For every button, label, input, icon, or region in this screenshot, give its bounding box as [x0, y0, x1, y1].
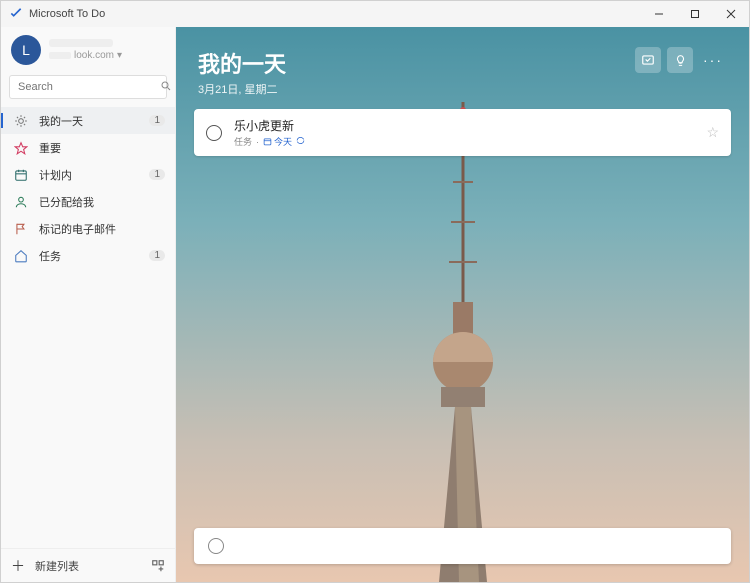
app-window: Microsoft To Do L look.com ▾: [0, 0, 750, 583]
task-due: 今天: [263, 135, 292, 148]
maximize-button[interactable]: [677, 1, 713, 27]
add-task-circle-icon: [208, 538, 224, 554]
sidebar-item-planned[interactable]: 计划内 1: [1, 161, 175, 188]
chevron-down-icon: ▾: [117, 50, 122, 62]
sidebar-item-label: 已分配给我: [39, 194, 94, 210]
sidebar-item-label: 我的一天: [39, 113, 83, 129]
more-button[interactable]: ···: [699, 52, 727, 68]
task-source: 任务: [234, 135, 252, 148]
sidebar-item-label: 标记的电子邮件: [39, 221, 116, 237]
background-image: [363, 102, 563, 582]
sidebar-item-assigned[interactable]: 已分配给我: [1, 188, 175, 215]
search-input[interactable]: [9, 75, 167, 99]
sidebar-item-myday[interactable]: 我的一天 1: [1, 107, 175, 134]
app-title: Microsoft To Do: [29, 8, 641, 20]
home-icon: [13, 248, 29, 264]
search-icon: [160, 80, 172, 95]
app-logo-icon: [9, 7, 23, 21]
list-date: 3月21日, 星期二: [198, 81, 286, 97]
account-email: look.com ▾: [49, 50, 122, 62]
sun-icon: [13, 113, 29, 129]
bulb-button[interactable]: [667, 47, 693, 73]
sidebar-item-flagged[interactable]: 标记的电子邮件: [1, 215, 175, 242]
close-button[interactable]: [713, 1, 749, 27]
account-name-placeholder: [49, 39, 113, 47]
task-title: 乐小虎更新: [234, 117, 706, 134]
sidebar-item-tasks[interactable]: 任务 1: [1, 242, 175, 269]
list-header: 我的一天 3月21日, 星期二 ···: [176, 27, 749, 105]
titlebar: Microsoft To Do: [1, 1, 749, 27]
new-list-label: 新建列表: [35, 558, 79, 574]
search-field[interactable]: [18, 81, 160, 93]
sidebar-item-count: 1: [149, 250, 165, 261]
nav-list: 我的一天 1 重要计划内 1 已分配给我标记的电子邮件任务 1: [1, 107, 175, 548]
task-list: 乐小虎更新任务·今天☆: [176, 105, 749, 160]
new-list-bar[interactable]: ＋ 新建列表: [1, 548, 175, 582]
flag-icon: [13, 221, 29, 237]
sidebar-item-label: 重要: [39, 140, 61, 156]
complete-circle[interactable]: [206, 125, 222, 141]
sidebar: L look.com ▾ 我的一天1重: [1, 27, 176, 582]
sidebar-item-count: 1: [149, 115, 165, 126]
minimize-button[interactable]: [641, 1, 677, 27]
avatar: L: [11, 35, 41, 65]
main-panel: 我的一天 3月21日, 星期二 ··· 乐小虎更新任务·今天☆: [176, 27, 749, 582]
recur-icon: [296, 136, 305, 147]
new-group-icon[interactable]: [151, 559, 165, 573]
person-icon: [13, 194, 29, 210]
sidebar-item-label: 任务: [39, 248, 61, 264]
plus-icon: ＋: [11, 556, 25, 576]
sidebar-item-count: 1: [149, 169, 165, 180]
star-icon: [13, 140, 29, 156]
calendar-icon: [13, 167, 29, 183]
list-title: 我的一天: [198, 47, 286, 79]
sidebar-item-label: 计划内: [39, 167, 72, 183]
task-item[interactable]: 乐小虎更新任务·今天☆: [194, 109, 731, 156]
window-controls: [641, 1, 749, 27]
account-switcher[interactable]: L look.com ▾: [1, 27, 175, 71]
suggestions-button[interactable]: [635, 47, 661, 73]
add-task-input[interactable]: [236, 539, 717, 553]
add-task-bar[interactable]: [194, 528, 731, 564]
star-icon[interactable]: ☆: [706, 124, 719, 141]
sidebar-item-important[interactable]: 重要: [1, 134, 175, 161]
